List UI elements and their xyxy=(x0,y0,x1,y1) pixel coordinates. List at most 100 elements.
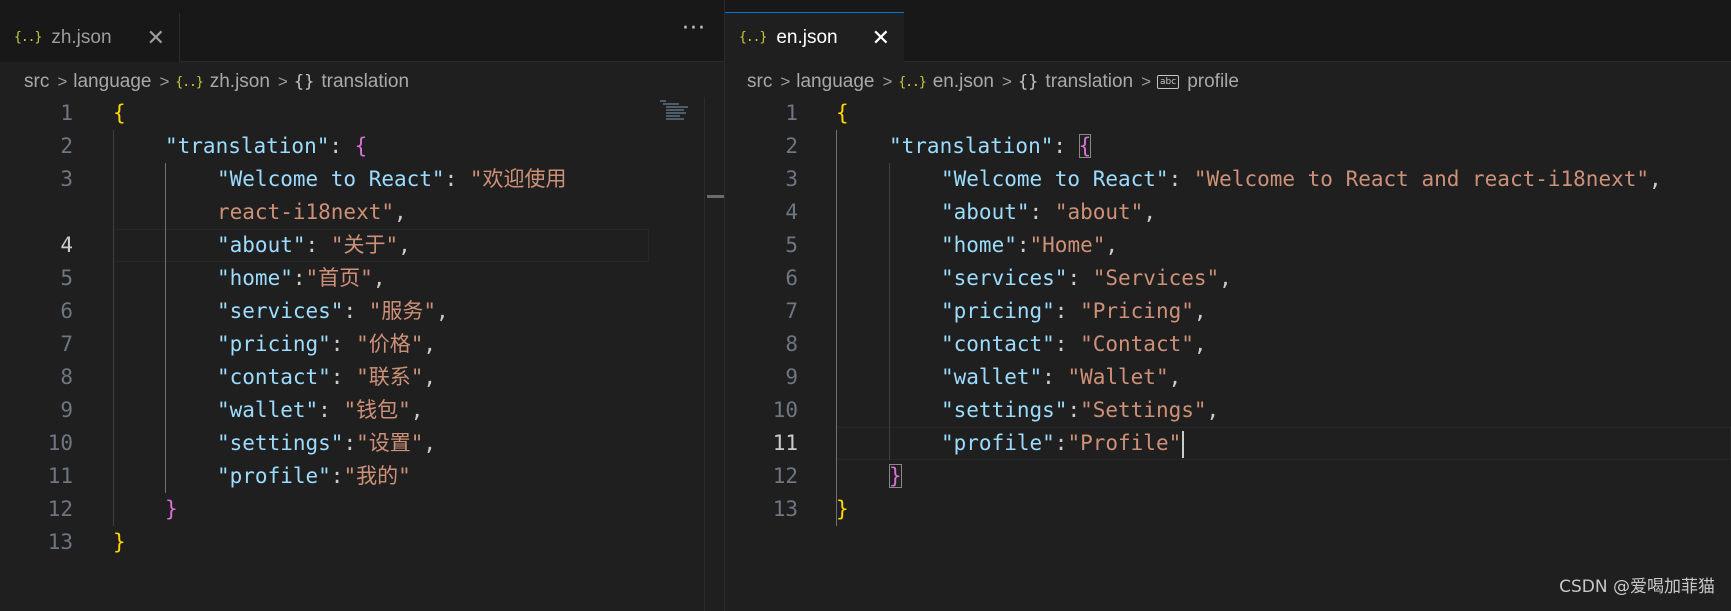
breadcrumb-src[interactable]: src xyxy=(747,71,772,93)
comma: , xyxy=(398,233,411,257)
brace: } xyxy=(836,497,849,521)
breadcrumb-src[interactable]: src xyxy=(24,71,49,93)
code-line: 5 "home":"首页", xyxy=(0,262,724,295)
colon: : xyxy=(1054,299,1081,323)
line-number: 12 xyxy=(772,464,798,488)
line-number: 11 xyxy=(772,431,798,455)
breadcrumb-file[interactable]: en.json xyxy=(933,71,994,93)
json-key: "settings" xyxy=(941,398,1068,422)
chevron-right-icon: > xyxy=(780,72,791,91)
tab-bar: {..} zh.json ✕ ··· xyxy=(0,0,724,62)
comma: , xyxy=(372,266,386,290)
brace-matched: { xyxy=(1078,134,1092,158)
vertical-scrollbar[interactable] xyxy=(704,97,724,611)
close-icon[interactable]: ✕ xyxy=(872,26,890,49)
json-value: "Home" xyxy=(1029,233,1106,257)
line-number: 5 xyxy=(785,233,798,257)
comma: , xyxy=(410,398,424,422)
json-key: "translation" xyxy=(165,134,330,158)
line-number: 7 xyxy=(60,332,73,356)
minimap[interactable] xyxy=(660,100,688,121)
colon: : xyxy=(329,134,355,158)
code-line: 11 "profile":"Profile" xyxy=(725,427,1731,460)
breadcrumb: src > language > {..} zh.json > {} trans… xyxy=(24,68,409,96)
code-line: 1 { xyxy=(725,97,1731,130)
comma: , xyxy=(1168,365,1182,389)
code-line: 11 "profile":"我的" xyxy=(0,460,724,493)
comma: , xyxy=(423,332,437,356)
code-line: 3 "Welcome to React": "欢迎使用 xyxy=(0,163,724,196)
chevron-right-icon: > xyxy=(1141,72,1152,91)
brace: } xyxy=(165,497,178,521)
tab-label: zh.json xyxy=(51,26,112,48)
json-value: "Wallet" xyxy=(1067,365,1169,389)
chevron-right-icon: > xyxy=(159,72,170,91)
comma: , xyxy=(1206,398,1220,422)
colon: : xyxy=(1053,134,1079,158)
breadcrumb-language[interactable]: language xyxy=(796,71,874,93)
code-line: 6 "services": "Services", xyxy=(725,262,1731,295)
json-key: "wallet" xyxy=(217,398,319,422)
colon: : xyxy=(1067,266,1093,290)
json-key: "pricing" xyxy=(941,299,1055,323)
code-line: 13 } xyxy=(0,526,724,559)
line-number: 1 xyxy=(60,101,73,125)
json-value: "Profile" xyxy=(1067,431,1182,455)
breadcrumb-language[interactable]: language xyxy=(73,71,151,93)
colon: : xyxy=(1016,233,1030,257)
breadcrumb-profile[interactable]: profile xyxy=(1187,71,1239,93)
comma: , xyxy=(1105,233,1119,257)
brace: } xyxy=(113,530,126,554)
comma: , xyxy=(1193,299,1207,323)
chevron-right-icon: > xyxy=(1002,72,1012,91)
code-line: 9 "wallet": "钱包", xyxy=(0,394,724,427)
breadcrumb-translation[interactable]: translation xyxy=(1045,71,1133,93)
json-value: "首页" xyxy=(305,266,373,290)
code-line: 6 "services": "服务", xyxy=(0,295,724,328)
code-line: 10 "settings":"Settings", xyxy=(725,394,1731,427)
colon: : xyxy=(343,299,369,323)
line-number: 10 xyxy=(47,431,73,455)
tab-label: en.json xyxy=(776,26,838,48)
json-key: "Welcome to React" xyxy=(217,167,445,191)
comma: , xyxy=(1143,200,1156,224)
line-number: 6 xyxy=(60,299,73,323)
code-editor[interactable]: 1 { 2 "translation": { 3 "Welcome to Rea… xyxy=(725,97,1731,611)
json-key: "settings" xyxy=(217,431,344,455)
json-file-icon: {..} xyxy=(739,30,767,45)
json-file-icon: {..} xyxy=(175,74,203,90)
code-line: 13 } xyxy=(725,493,1731,526)
code-line: 7 "pricing": "Pricing", xyxy=(725,295,1731,328)
line-number: 13 xyxy=(772,497,798,521)
close-icon[interactable]: ✕ xyxy=(147,26,165,49)
scrollbar-thumb[interactable] xyxy=(707,195,724,198)
line-number: 5 xyxy=(60,266,73,290)
colon: : xyxy=(318,398,344,422)
tab-zh-json[interactable]: {..} zh.json ✕ xyxy=(0,13,180,62)
line-number: 1 xyxy=(785,101,798,125)
right-editor-group: {..} en.json ✕ src > language > {..} en.… xyxy=(725,0,1731,611)
comma: , xyxy=(423,431,437,455)
brace: { xyxy=(836,101,849,125)
chevron-right-icon: > xyxy=(277,72,288,91)
breadcrumb: src > language > {..} en.json > {} trans… xyxy=(747,68,1239,96)
colon: : xyxy=(444,167,470,191)
json-key: "pricing" xyxy=(217,332,331,356)
more-actions-icon[interactable]: ··· xyxy=(682,18,706,40)
json-value: "Contact" xyxy=(1080,332,1194,356)
breadcrumb-file[interactable]: zh.json xyxy=(210,71,270,93)
comma: , xyxy=(423,365,437,389)
code-editor[interactable]: 1 { 2 "translation": { 3 "Welcome to Rea… xyxy=(0,97,724,611)
json-key: "about" xyxy=(941,200,1030,224)
code-line: 1 { xyxy=(0,97,724,130)
colon: : xyxy=(330,464,344,488)
code-line: 12 } xyxy=(725,460,1731,493)
breadcrumb-translation[interactable]: translation xyxy=(321,71,409,93)
line-number: 8 xyxy=(785,332,798,356)
line-number: 9 xyxy=(785,365,798,389)
colon: : xyxy=(1054,431,1068,455)
line-number: 2 xyxy=(60,134,73,158)
line-number: 9 xyxy=(60,398,73,422)
colon: : xyxy=(1067,398,1081,422)
tab-en-json[interactable]: {..} en.json ✕ xyxy=(725,12,904,62)
